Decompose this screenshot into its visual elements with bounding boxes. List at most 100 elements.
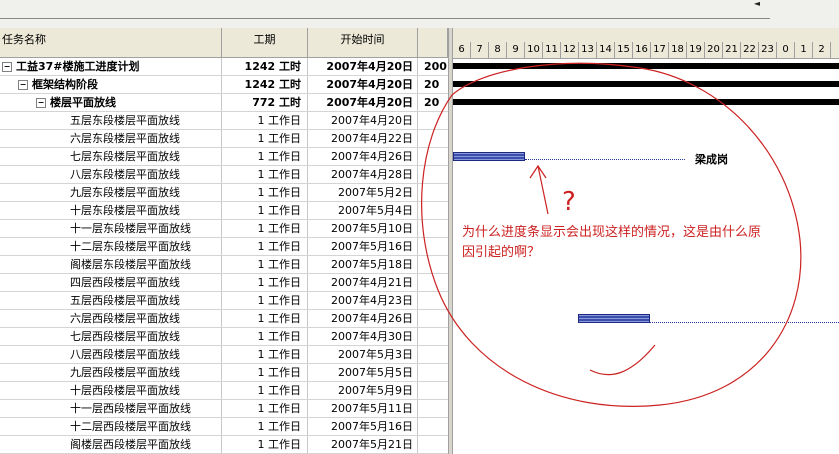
task-name-cell[interactable]: 五层西段楼层平面放线 [0, 292, 222, 309]
finish-date-cell[interactable] [418, 274, 448, 291]
table-row[interactable]: 六层西段楼层平面放线 1 工作日 2007年4月26日 [0, 310, 448, 328]
task-name-cell[interactable]: 六层西段楼层平面放线 [0, 310, 222, 327]
task-name-cell[interactable]: − 框架结构阶段 [0, 76, 222, 93]
collapse-toggle-icon[interactable]: − [18, 80, 28, 90]
table-row[interactable]: 九层东段楼层平面放线 1 工作日 2007年5月2日 [0, 184, 448, 202]
duration-cell[interactable]: 1 工作日 [222, 112, 308, 129]
finish-date-cell[interactable] [418, 418, 448, 435]
collapse-toggle-icon[interactable]: − [2, 62, 12, 72]
duration-cell[interactable]: 1 工作日 [222, 400, 308, 417]
task-name-cell[interactable]: − 工益37#楼施工进度计划 [0, 58, 222, 75]
start-date-cell[interactable]: 2007年5月21日 [308, 436, 418, 453]
finish-date-cell[interactable] [418, 148, 448, 165]
task-name-cell[interactable]: 九层东段楼层平面放线 [0, 184, 222, 201]
table-row[interactable]: − 工益37#楼施工进度计划 1242 工时 2007年4月20日 200 [0, 58, 448, 76]
start-date-cell[interactable]: 2007年5月2日 [308, 184, 418, 201]
finish-date-cell[interactable] [418, 328, 448, 345]
finish-date-cell[interactable] [418, 346, 448, 363]
start-date-cell[interactable]: 2007年5月16日 [308, 418, 418, 435]
finish-date-cell[interactable]: 20 [418, 94, 448, 111]
task-name-cell[interactable]: 四层西段楼层平面放线 [0, 274, 222, 291]
finish-date-cell[interactable] [418, 130, 448, 147]
duration-cell[interactable]: 1 工作日 [222, 238, 308, 255]
duration-cell[interactable]: 1 工作日 [222, 292, 308, 309]
finish-date-cell[interactable] [418, 112, 448, 129]
task-name-cell[interactable]: 六层东段楼层平面放线 [0, 130, 222, 147]
start-date-cell[interactable]: 2007年5月10日 [308, 220, 418, 237]
task-name-cell[interactable]: 八层东段楼层平面放线 [0, 166, 222, 183]
column-header-duration[interactable]: 工期 [222, 28, 308, 58]
start-date-cell[interactable]: 2007年5月3日 [308, 346, 418, 363]
table-row[interactable]: − 楼层平面放线 772 工时 2007年4月20日 20 [0, 94, 448, 112]
start-date-cell[interactable]: 2007年4月21日 [308, 274, 418, 291]
task-name-cell[interactable]: 阁楼层东段楼层平面放线 [0, 256, 222, 273]
table-row[interactable]: 阁楼层东段楼层平面放线 1 工作日 2007年5月18日 [0, 256, 448, 274]
task-name-cell[interactable]: 十层东段楼层平面放线 [0, 202, 222, 219]
duration-cell[interactable]: 1 工作日 [222, 436, 308, 453]
duration-cell[interactable]: 1242 工时 [222, 76, 308, 93]
finish-date-cell[interactable] [418, 202, 448, 219]
duration-cell[interactable]: 1 工作日 [222, 418, 308, 435]
table-row[interactable]: 五层西段楼层平面放线 1 工作日 2007年4月23日 [0, 292, 448, 310]
table-row[interactable]: 十一层东段楼层平面放线 1 工作日 2007年5月10日 [0, 220, 448, 238]
task-name-cell[interactable]: 十二层东段楼层平面放线 [0, 238, 222, 255]
duration-cell[interactable]: 1 工作日 [222, 166, 308, 183]
duration-cell[interactable]: 1 工作日 [222, 202, 308, 219]
table-row[interactable]: 十层东段楼层平面放线 1 工作日 2007年5月4日 [0, 202, 448, 220]
scroll-track[interactable] [0, 8, 770, 19]
finish-date-cell[interactable] [418, 184, 448, 201]
task-name-cell[interactable]: 八层西段楼层平面放线 [0, 346, 222, 363]
table-row[interactable]: 十一层西段楼层平面放线 1 工作日 2007年5月11日 [0, 400, 448, 418]
finish-date-cell[interactable] [418, 310, 448, 327]
start-date-cell[interactable]: 2007年4月22日 [308, 130, 418, 147]
duration-cell[interactable]: 1 工作日 [222, 382, 308, 399]
task-name-cell[interactable]: − 楼层平面放线 [0, 94, 222, 111]
finish-date-cell[interactable] [418, 220, 448, 237]
table-row[interactable]: 四层西段楼层平面放线 1 工作日 2007年4月21日 [0, 274, 448, 292]
summary-bar-frame[interactable] [453, 81, 839, 87]
start-date-cell[interactable]: 2007年4月26日 [308, 148, 418, 165]
table-row[interactable]: 七层东段楼层平面放线 1 工作日 2007年4月26日 [0, 148, 448, 166]
duration-cell[interactable]: 1 工作日 [222, 310, 308, 327]
table-row[interactable]: 十二层西段楼层平面放线 1 工作日 2007年5月16日 [0, 418, 448, 436]
finish-date-cell[interactable] [418, 382, 448, 399]
table-row[interactable]: 五层东段楼层平面放线 1 工作日 2007年4月20日 [0, 112, 448, 130]
task-name-cell[interactable]: 十一层东段楼层平面放线 [0, 220, 222, 237]
table-row[interactable]: 六层东段楼层平面放线 1 工作日 2007年4月22日 [0, 130, 448, 148]
task-name-cell[interactable]: 阁楼层西段楼层平面放线 [0, 436, 222, 453]
start-date-cell[interactable]: 2007年4月20日 [308, 94, 418, 111]
table-row[interactable]: 十层西段楼层平面放线 1 工作日 2007年5月9日 [0, 382, 448, 400]
table-row[interactable]: 九层西段楼层平面放线 1 工作日 2007年5月5日 [0, 364, 448, 382]
finish-date-cell[interactable] [418, 364, 448, 381]
finish-date-cell[interactable] [418, 292, 448, 309]
start-date-cell[interactable]: 2007年4月28日 [308, 166, 418, 183]
finish-date-cell[interactable] [418, 238, 448, 255]
duration-cell[interactable]: 1 工作日 [222, 274, 308, 291]
start-date-cell[interactable]: 2007年4月23日 [308, 292, 418, 309]
duration-cell[interactable]: 1 工作日 [222, 364, 308, 381]
table-row[interactable]: 八层西段楼层平面放线 1 工作日 2007年5月3日 [0, 346, 448, 364]
table-row[interactable]: 十二层东段楼层平面放线 1 工作日 2007年5月16日 [0, 238, 448, 256]
duration-cell[interactable]: 1 工作日 [222, 220, 308, 237]
duration-cell[interactable]: 1 工作日 [222, 346, 308, 363]
column-header-task-name[interactable]: 任务名称 [0, 28, 222, 58]
finish-date-cell[interactable] [418, 400, 448, 417]
table-row[interactable]: 七层西段楼层平面放线 1 工作日 2007年4月30日 [0, 328, 448, 346]
finish-date-cell[interactable]: 20 [418, 76, 448, 93]
start-date-cell[interactable]: 2007年5月18日 [308, 256, 418, 273]
start-date-cell[interactable]: 2007年4月20日 [308, 58, 418, 75]
table-row[interactable]: − 框架结构阶段 1242 工时 2007年4月20日 20 [0, 76, 448, 94]
scroll-left-arrow-icon[interactable]: ◄ [747, 0, 767, 8]
start-date-cell[interactable]: 2007年5月16日 [308, 238, 418, 255]
task-name-cell[interactable]: 十层西段楼层平面放线 [0, 382, 222, 399]
task-name-cell[interactable]: 七层东段楼层平面放线 [0, 148, 222, 165]
task-name-cell[interactable]: 十二层西段楼层平面放线 [0, 418, 222, 435]
start-date-cell[interactable]: 2007年4月26日 [308, 310, 418, 327]
start-date-cell[interactable]: 2007年5月5日 [308, 364, 418, 381]
task-bar-west-6[interactable] [578, 314, 650, 323]
duration-cell[interactable]: 772 工时 [222, 94, 308, 111]
table-row[interactable]: 八层东段楼层平面放线 1 工作日 2007年4月28日 [0, 166, 448, 184]
table-row[interactable]: 阁楼层西段楼层平面放线 1 工作日 2007年5月21日 [0, 436, 448, 454]
duration-cell[interactable]: 1 工作日 [222, 256, 308, 273]
finish-date-cell[interactable] [418, 166, 448, 183]
